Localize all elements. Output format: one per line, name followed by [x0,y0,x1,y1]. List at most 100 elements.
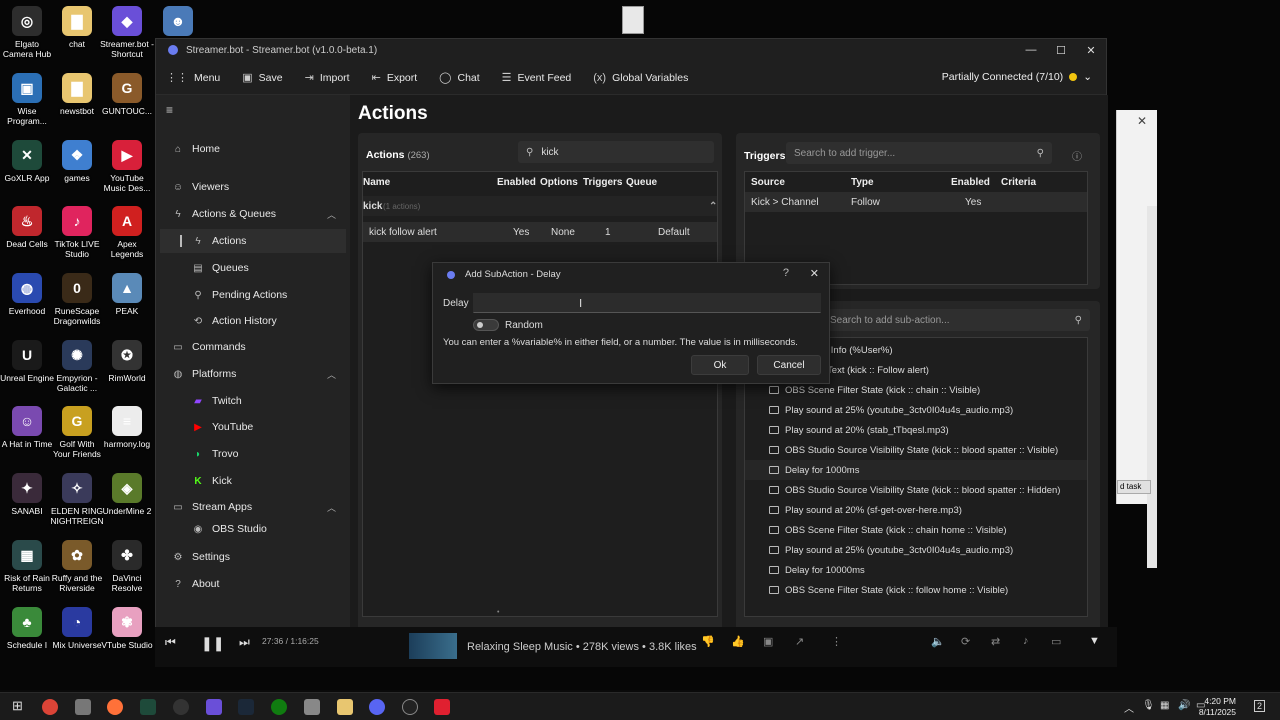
desktop-icon[interactable]: ▇ chat [50,6,104,49]
list-item[interactable]: Play sound at 25% (youtube_3ctv0I04u4s_a… [769,540,1013,560]
sidebar-item-about[interactable]: ? About [160,572,346,596]
desktop-icon[interactable]: ✤ DaVinci Resolve [100,540,154,593]
desktop-icon[interactable]: ◍ Everhood [0,273,54,316]
delay-input[interactable] [473,293,821,313]
list-item[interactable]: OBS Scene Filter State (kick :: follow h… [769,580,1008,600]
file-manager-icon[interactable] [75,699,91,715]
random-toggle[interactable] [473,319,499,331]
microphone-icon[interactable]: 🎙 [1142,700,1155,711]
sidebar-item-actions[interactable]: ϟ Actions [160,229,346,253]
app-icon[interactable] [402,699,418,715]
desktop-icon[interactable]: ◆ Streamer.bot - Shortcut [100,6,154,59]
desktop-icon[interactable]: ✪ RimWorld [100,340,154,383]
chat-button[interactable]: ◯ Chat [439,71,480,85]
column-header-triggers[interactable]: Triggers [583,177,622,188]
desktop-icon[interactable]: ≡ harmony.log [100,406,154,449]
column-header-type[interactable]: Type [851,177,874,188]
column-header-source[interactable]: Source [751,177,785,188]
table-row[interactable]: Kick > Channel Follow Yes [745,192,1087,212]
background-window[interactable]: ✕ d task [1116,110,1157,568]
sidebar-item-commands[interactable]: ▭ Commands [160,335,346,359]
list-item[interactable]: OBS Studio Source Visibility State (kick… [769,440,1058,460]
goxlr-icon[interactable] [140,699,156,715]
cancel-button[interactable]: Cancel [757,355,821,375]
desktop-icon[interactable]: ◎ Elgato Camera Hub [0,6,54,59]
desktop-icon[interactable]: ▶ YouTube Music Des... [100,140,154,193]
previous-icon[interactable]: ⏮ [165,635,176,650]
sidebar-item-obs-studio[interactable]: ◉ OBS Studio [160,521,346,537]
desktop-text-file-icon[interactable] [622,6,644,34]
list-item[interactable]: OBS Studio Source Visibility State (kick… [769,480,1060,500]
sidebar-item-twitch[interactable]: ▰ Twitch [160,389,346,413]
sidebar-item-settings[interactable]: ⚙ Settings [160,545,346,569]
actions-search[interactable]: ⚲ kick [518,141,714,163]
hamburger-icon[interactable]: ≡ [166,103,173,117]
desktop-icon[interactable]: ♪ TikTok LIVE Studio [50,206,104,259]
sidebar-item-viewers[interactable]: ☺ Viewers [160,175,346,199]
volume-icon[interactable]: 🔈 [931,635,945,648]
desktop-icon[interactable]: ☻ [151,6,205,39]
import-button[interactable]: ⇥ Import [305,71,350,85]
dialog-close-button[interactable]: ✕ [810,267,819,280]
save-to-library-icon[interactable]: ▣ [763,635,773,648]
desktop-icon[interactable]: 0 RuneScape Dragonwilds [50,273,104,326]
column-header-queue[interactable]: Queue [626,177,657,188]
sidebar-item-kick[interactable]: K Kick [160,469,346,493]
help-button[interactable]: ? [783,267,789,279]
discord-icon[interactable] [369,699,385,715]
column-header-enabled[interactable]: Enabled [497,177,536,188]
table-row[interactable]: kick follow alert Yes None 1 Default [363,222,717,242]
firefox-icon[interactable] [107,699,123,715]
column-header-name[interactable]: Name [363,177,390,188]
connection-status[interactable]: Partially Connected (7/10) ⌄ [942,71,1092,83]
steam-icon[interactable] [238,699,254,715]
desktop-icon[interactable]: ✕ GoXLR App [0,140,54,183]
desktop-icon[interactable]: ▦ Risk of Rain Returns [0,540,54,593]
obs-taskbar-icon[interactable] [173,699,189,715]
like-icon[interactable]: 👍 [731,635,745,648]
desktop-icon[interactable]: U Unreal Engine [0,340,54,383]
info-icon[interactable]: ⓘ [1072,148,1082,163]
collapse-icon[interactable]: ⌃ [709,201,717,212]
column-header-enabled[interactable]: Enabled [951,177,990,188]
desktop-icon[interactable]: ◈ UnderMine 2 [100,473,154,516]
sidebar-item-pending-actions[interactable]: ⚲ Pending Actions [160,283,346,307]
expand-icon[interactable]: ▼ [1089,635,1100,647]
background-window-button[interactable]: d task [1117,480,1151,494]
lyrics-icon[interactable]: ♪ [1023,635,1029,647]
chrome-icon[interactable] [42,699,58,715]
pause-icon[interactable]: ❚❚ [201,635,224,652]
list-item[interactable]: OBS Scene Filter State (kick :: chain ho… [769,520,1007,540]
miniplayer-icon[interactable]: ▭ [1051,635,1061,648]
sidebar-item-action-history[interactable]: ⟲ Action History [160,309,346,333]
resize-handle-icon[interactable]: • [497,609,499,616]
desktop-icon[interactable]: ❖ games [50,140,104,183]
windows-start-icon[interactable]: ⊞ [12,698,23,714]
event-feed-button[interactable]: ☰ Event Feed [502,71,572,85]
next-icon[interactable]: ⏭ [239,635,250,650]
list-item[interactable]: Play sound at 25% (youtube_3ctv0I04u4s_a… [769,400,1013,420]
dislike-icon[interactable]: 👎 [701,635,715,648]
video-thumbnail[interactable] [409,633,457,659]
list-item[interactable]: Play sound at 20% (sf-get-over-here.mp3) [769,500,962,520]
list-item[interactable]: Delay for 1000ms [745,460,1087,480]
sidebar-item-trovo[interactable]: ◗ Trovo [160,442,346,466]
notification-badge[interactable]: 2 [1254,700,1266,712]
desktop-icon[interactable]: G Golf With Your Friends [50,406,104,459]
clock[interactable]: 4:20 PM 8/11/2025 [1199,696,1236,718]
background-window-close-icon[interactable]: ✕ [1137,114,1147,128]
desktop-icon[interactable]: ▇ newstbot [50,73,104,116]
close-button[interactable]: ✕ [1076,39,1106,61]
desktop-icon[interactable]: ✺ Empyrion - Galactic ... [50,340,104,393]
action-group-row[interactable]: kick (1 actions) ⌃ [363,196,717,216]
list-item[interactable]: Play sound at 20% (stab_tTbqesl.mp3) [769,420,949,440]
desktop-icon[interactable]: ✿ Ruffy and the Riverside [50,540,104,593]
xbox-icon[interactable] [271,699,287,715]
column-header-criteria[interactable]: Criteria [1001,177,1036,188]
repeat-icon[interactable]: ⟳ [961,635,970,648]
more-icon[interactable]: ⋮ [831,635,842,648]
global-variables-button[interactable]: (x) Global Variables [593,72,688,84]
desktop-icon[interactable]: A Apex Legends [100,206,154,259]
sidebar-item-youtube[interactable]: ▶ YouTube [160,415,346,439]
tray-chevron-icon[interactable]: ︿ [1124,700,1134,715]
